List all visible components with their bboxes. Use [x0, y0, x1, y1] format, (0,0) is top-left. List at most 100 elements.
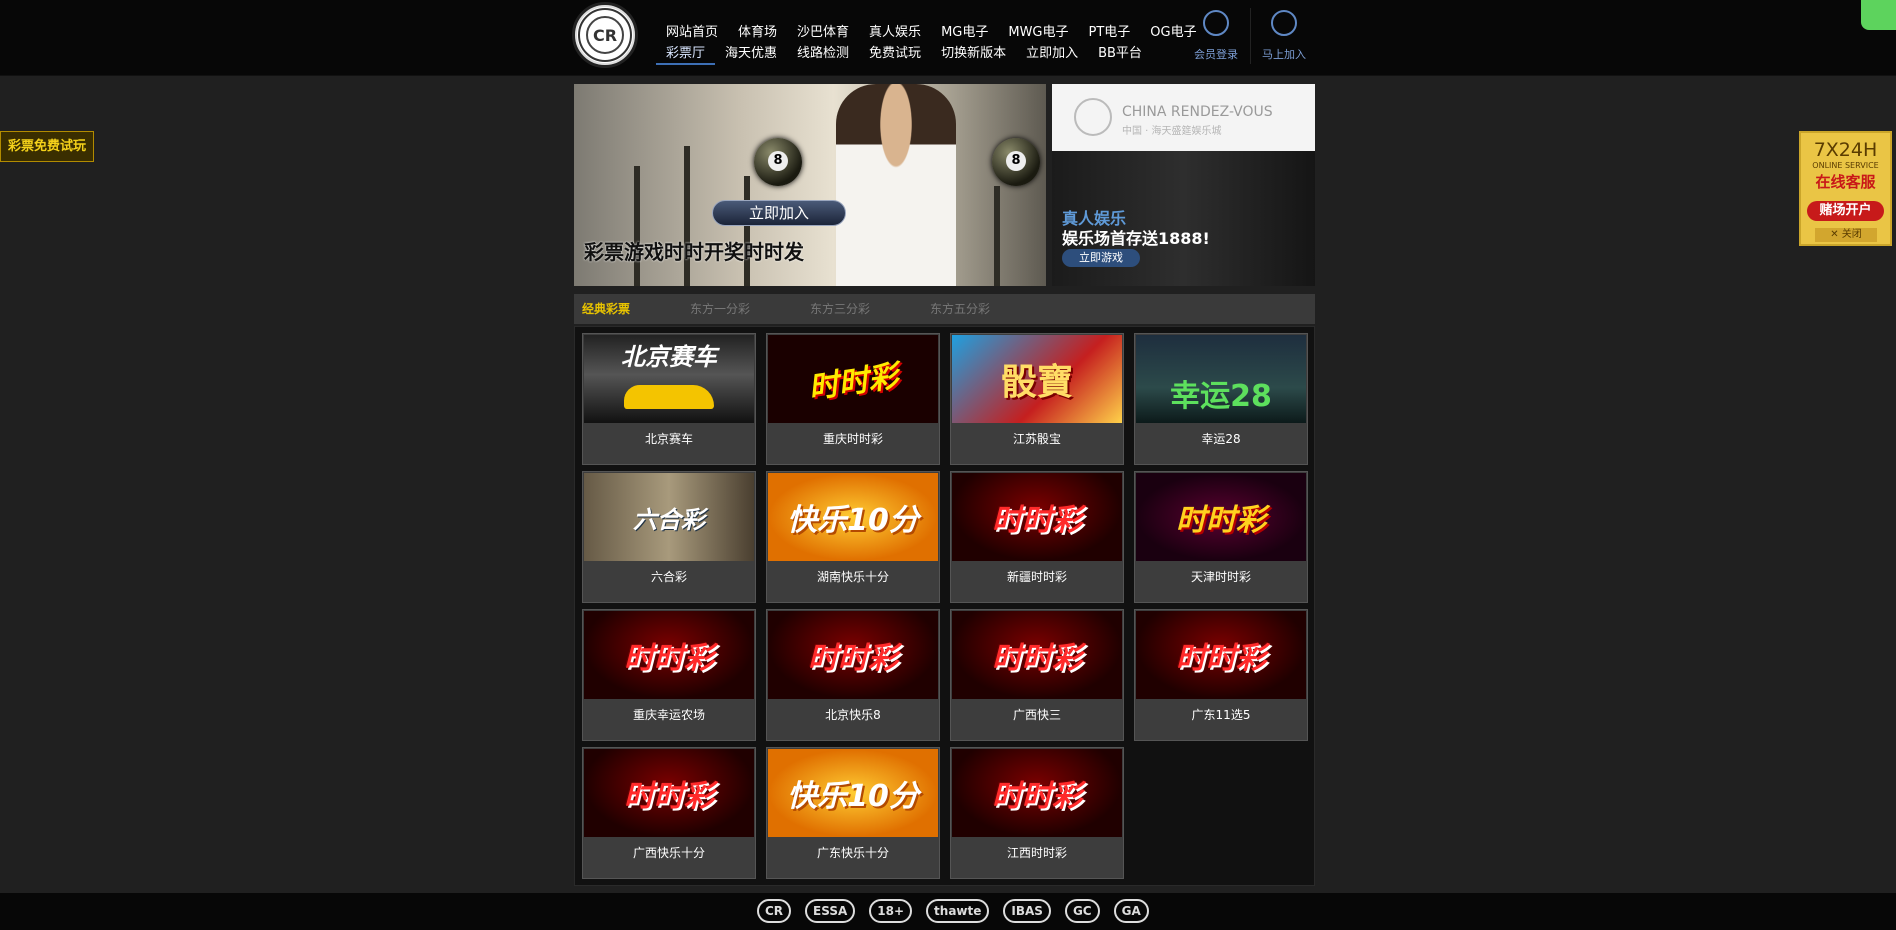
tab-east-5min[interactable]: 东方五分彩 [930, 294, 990, 324]
palm-decoration [634, 166, 640, 286]
game-thumbnail[interactable]: 时时彩 [768, 335, 938, 423]
game-name[interactable]: 重庆幸运农场 [583, 706, 755, 723]
side-banner[interactable]: CHINA RENDEZ-VOUS 中国 · 海天盛筵娱乐城 真人娱乐 娱乐场首… [1052, 84, 1315, 286]
svg-text:CR: CR [593, 26, 617, 45]
nav-link-6[interactable]: PT电子 [1079, 24, 1141, 42]
palm-decoration [744, 176, 750, 286]
join-now-label: 马上加入 [1262, 48, 1306, 61]
game-thumbnail-title: 快乐10分 [787, 779, 919, 814]
service-hours: 7X24H [1813, 139, 1878, 161]
nav-link-secondary-3[interactable]: 免费试玩 [859, 45, 931, 65]
game-name[interactable]: 广西快三 [951, 706, 1123, 723]
certification-logo-icon: IBAS [1003, 899, 1051, 923]
game-thumbnail-title: 幸运28 [1170, 379, 1272, 414]
chat-widget-icon[interactable] [1861, 0, 1896, 30]
game-thumbnail[interactable]: 时时彩 [584, 611, 754, 699]
game-name[interactable]: 北京快乐8 [767, 706, 939, 723]
main-banner[interactable]: 8 8 立即加入 彩票游戏时时开奖时时发 [574, 84, 1046, 286]
nav-link-4[interactable]: MG电子 [931, 24, 998, 42]
game-thumbnail-title: 时时彩 [624, 641, 714, 676]
nav-link-secondary-0[interactable]: 彩票厅 [656, 45, 716, 65]
certification-logo-icon: 18+ [869, 899, 913, 923]
join-now-button[interactable]: 马上加入 [1254, 10, 1314, 62]
game-thumbnail[interactable]: 北京赛车 [584, 335, 754, 423]
site-footer: CR ESSA 18+ thawte IBAS GC GA [0, 893, 1896, 930]
lottery-tabs: 经典彩票 东方一分彩 东方三分彩 东方五分彩 [574, 294, 1315, 324]
game-card[interactable]: 时时彩 重庆幸运农场 [582, 609, 756, 741]
nav-link-2[interactable]: 沙巴体育 [787, 24, 859, 42]
nav-link-secondary-2[interactable]: 线路检测 [787, 45, 859, 65]
game-thumbnail[interactable]: 时时彩 [768, 611, 938, 699]
game-name[interactable]: 新疆时时彩 [951, 568, 1123, 585]
member-login-button[interactable]: 会员登录 [1186, 10, 1246, 62]
nav-link-0[interactable]: 网站首页 [656, 24, 728, 42]
game-thumbnail[interactable]: 骰寶 [952, 335, 1122, 423]
game-thumbnail-title: 快乐10分 [787, 503, 919, 538]
game-name[interactable]: 江西时时彩 [951, 844, 1123, 861]
online-service-link[interactable]: 在线客服 [1801, 171, 1890, 192]
game-name[interactable]: 江苏骰宝 [951, 430, 1123, 447]
game-card[interactable]: 时时彩 广西快三 [950, 609, 1124, 741]
game-card[interactable]: 六合彩 六合彩 [582, 471, 756, 603]
main-nav-row-1: 网站首页 体育场 沙巴体育 真人娱乐 MG电子 MWG电子 PT电子 OG电子 [656, 24, 1207, 42]
game-thumbnail[interactable]: 时时彩 [952, 473, 1122, 561]
game-name[interactable]: 六合彩 [583, 568, 755, 585]
game-card[interactable]: 时时彩 江西时时彩 [950, 747, 1124, 879]
game-card[interactable]: 时时彩北京快乐8 [766, 609, 940, 741]
game-card[interactable]: 时时彩广东11选5 [1134, 609, 1308, 741]
game-card[interactable]: 北京赛车 北京赛车 [582, 333, 756, 465]
game-card[interactable]: 时时彩 新疆时时彩 [950, 471, 1124, 603]
tab-east-3min[interactable]: 东方三分彩 [810, 294, 870, 324]
banner-slogan: 彩票游戏时时开奖时时发 [584, 240, 804, 264]
game-thumbnail[interactable]: 快乐10分 [768, 473, 938, 561]
game-name[interactable]: 天津时时彩 [1135, 568, 1307, 585]
game-thumbnail[interactable]: 时时彩 [952, 749, 1122, 837]
nav-link-secondary-1[interactable]: 海天优惠 [715, 45, 787, 65]
game-thumbnail[interactable]: 快乐10分 [768, 749, 938, 837]
game-thumbnail[interactable]: 时时彩 [1136, 611, 1306, 699]
game-card[interactable]: 时时彩 天津时时彩 [1134, 471, 1308, 603]
nav-link-3[interactable]: 真人娱乐 [859, 24, 931, 42]
game-name[interactable]: 幸运28 [1135, 430, 1307, 447]
game-card[interactable]: 时时彩 重庆时时彩 [766, 333, 940, 465]
game-card[interactable]: 骰寶 江苏骰宝 [950, 333, 1124, 465]
certification-logo-icon: ESSA [805, 899, 856, 923]
game-name[interactable]: 广西快乐十分 [583, 844, 755, 861]
game-card[interactable]: 时时彩 广西快乐十分 [582, 747, 756, 879]
game-thumbnail[interactable]: 时时彩 [1136, 473, 1306, 561]
game-card[interactable]: 快乐10分湖南快乐十分 [766, 471, 940, 603]
certification-logo-icon: GA [1113, 899, 1149, 923]
game-thumbnail[interactable]: 时时彩 [584, 749, 754, 837]
free-trial-float-button[interactable]: 彩票免费试玩 [0, 131, 94, 162]
footer-certification-logos: CR ESSA 18+ thawte IBAS GC GA [757, 899, 1149, 923]
close-float-button[interactable]: ✕ 关闭 [1815, 228, 1877, 242]
game-thumbnail-title: 北京赛车 [621, 343, 717, 371]
check-icon [1271, 10, 1297, 36]
game-card[interactable]: 快乐10分广东快乐十分 [766, 747, 940, 879]
nav-link-secondary-6[interactable]: BB平台 [1088, 45, 1152, 65]
game-thumbnail-title: 时时彩 [1176, 641, 1266, 676]
tab-classic-lottery[interactable]: 经典彩票 [582, 294, 630, 324]
service-en-label: ONLINE SERVICE [1812, 161, 1879, 170]
nav-link-1[interactable]: 体育场 [728, 24, 787, 42]
site-logo[interactable]: CR [572, 2, 638, 68]
game-name[interactable]: 广东11选5 [1135, 706, 1307, 723]
game-name[interactable]: 广东快乐十分 [767, 844, 939, 861]
game-thumbnail[interactable]: 六合彩 [584, 473, 754, 561]
palm-decoration [994, 186, 1000, 286]
nav-link-5[interactable]: MWG电子 [998, 24, 1078, 42]
game-thumbnail-title: 六合彩 [633, 505, 705, 534]
game-name[interactable]: 北京赛车 [583, 430, 755, 447]
banner-join-button[interactable]: 立即加入 [712, 200, 846, 226]
game-card[interactable]: 幸运28 幸运28 [1134, 333, 1308, 465]
main-nav-row-2: 彩票厅 海天优惠 线路检测 免费试玩 切换新版本 立即加入 BB平台 [656, 45, 1152, 65]
game-name[interactable]: 重庆时时彩 [767, 430, 939, 447]
side-play-button[interactable]: 立即游戏 [1062, 249, 1140, 267]
nav-link-secondary-4[interactable]: 切换新版本 [931, 45, 1016, 65]
nav-link-secondary-5[interactable]: 立即加入 [1016, 45, 1088, 65]
game-thumbnail[interactable]: 时时彩 [952, 611, 1122, 699]
tab-east-1min[interactable]: 东方一分彩 [690, 294, 750, 324]
open-account-button[interactable]: 赌场开户 [1807, 201, 1884, 221]
game-name[interactable]: 湖南快乐十分 [767, 568, 939, 585]
game-thumbnail[interactable]: 幸运28 [1136, 335, 1306, 423]
